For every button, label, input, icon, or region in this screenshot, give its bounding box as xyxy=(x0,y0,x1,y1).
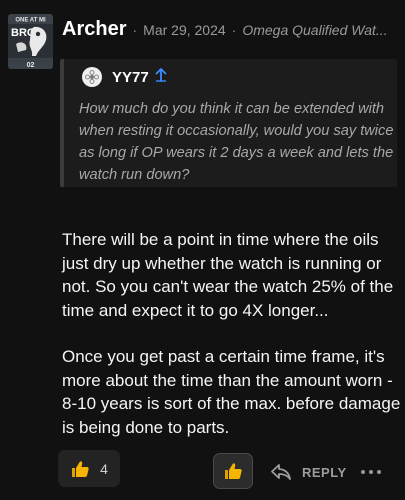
post-date[interactable]: Mar 29, 2024 xyxy=(143,22,226,38)
separator-dot: · xyxy=(132,22,138,38)
thumbs-up-icon xyxy=(225,463,242,479)
more-dots-icon[interactable] xyxy=(356,458,386,486)
avatar[interactable]: ONE AT MI BRO 02 xyxy=(8,14,53,69)
body-paragraph: Once you get past a certain time frame, … xyxy=(62,347,401,437)
like-count: 4 xyxy=(100,460,108,477)
flower-icon xyxy=(85,70,99,84)
quote-up-arrow-icon[interactable] xyxy=(155,67,167,87)
body-paragraph: There will be a point in time where the … xyxy=(62,230,394,320)
quote-header: YY77 xyxy=(82,67,167,87)
post-body: There will be a point in time where the … xyxy=(62,228,402,439)
quote-username[interactable]: YY77 xyxy=(112,69,149,86)
topic-title[interactable]: Omega Qualified Wat... xyxy=(242,22,397,38)
reply-label: REPLY xyxy=(302,464,347,480)
svg-text:02: 02 xyxy=(27,62,35,69)
separator-dot: · xyxy=(231,22,237,38)
quote-avatar[interactable] xyxy=(82,67,102,87)
like-count-button[interactable]: 4 xyxy=(58,450,120,487)
quote-text: How much do you think it can be extended… xyxy=(79,101,394,183)
thumbs-up-icon xyxy=(72,460,89,477)
like-button[interactable] xyxy=(213,453,253,489)
forum-post: ONE AT MI BRO 02 Archer · Mar 29, 2024 ·… xyxy=(0,0,405,500)
avatar-image: ONE AT MI BRO 02 xyxy=(8,14,53,69)
reply-button[interactable]: REPLY xyxy=(270,458,347,486)
post-header: Archer · Mar 29, 2024 · Omega Qualified … xyxy=(62,18,397,48)
reply-arrow-icon xyxy=(271,464,291,480)
username[interactable]: Archer xyxy=(62,18,126,41)
quote-block: YY77 How much do you think it can be ext… xyxy=(60,59,397,187)
svg-text:ONE AT MI: ONE AT MI xyxy=(15,18,46,24)
